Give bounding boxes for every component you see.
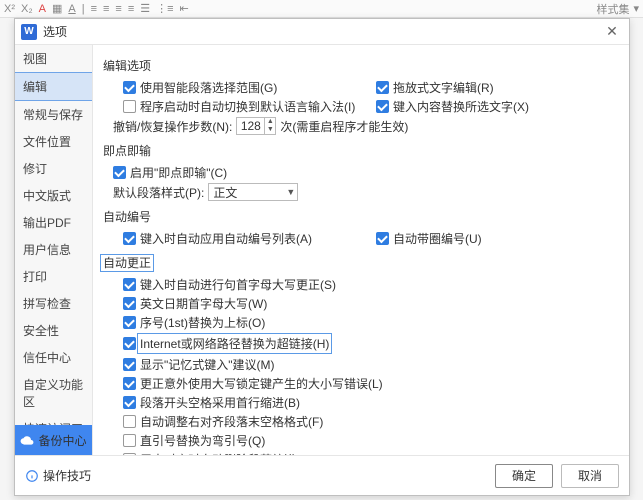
list-icon[interactable]: ⋮≡ [156, 2, 173, 15]
align-center-icon[interactable]: ≡ [103, 3, 109, 15]
sidebar-item[interactable]: 打印 [15, 263, 92, 290]
cancel-button[interactable]: 取消 [561, 464, 619, 488]
ok-button[interactable]: 确定 [495, 464, 553, 488]
toolbar-item[interactable]: X₂ [21, 3, 33, 15]
dialog-title: 选项 [43, 23, 67, 40]
sidebar-item[interactable]: 文件位置 [15, 128, 92, 155]
undo-steps-row: 撤销/恢复操作步数(N): ▲▼ 次(需重启程序才能生效) [103, 116, 619, 136]
section-title: 编辑选项 [103, 57, 619, 74]
indent-icon[interactable]: ⇤ [180, 2, 189, 15]
checkbox-icon[interactable] [123, 81, 136, 94]
info-icon [25, 469, 39, 483]
align-right-icon[interactable]: ≡ [115, 3, 121, 15]
option-row[interactable]: 自动带圈编号(U) [366, 229, 619, 248]
toolbar-item[interactable]: ▦ [52, 2, 62, 15]
option-row[interactable]: 显示"记忆式键入"建议(M) [113, 355, 619, 374]
chevron-down-icon[interactable]: ▾ [633, 2, 639, 15]
checkbox-icon[interactable] [123, 415, 136, 428]
checkbox-icon[interactable] [123, 434, 136, 447]
sidebar-item[interactable]: 自定义功能区 [15, 371, 92, 415]
toolbar-sep: | [82, 3, 85, 15]
checkbox-icon[interactable] [113, 166, 126, 179]
cloud-icon [20, 433, 34, 447]
align-left-icon[interactable]: ≡ [91, 3, 97, 15]
align-justify-icon[interactable]: ≡ [128, 3, 134, 15]
section-title: 即点即输 [103, 142, 619, 159]
checkbox-icon[interactable] [376, 232, 389, 245]
spin-down-icon[interactable]: ▼ [265, 126, 275, 134]
tips-link[interactable]: 操作技巧 [25, 467, 91, 484]
spin-up-icon[interactable]: ▲ [265, 118, 275, 126]
option-row[interactable]: 段落开头空格采用首行缩进(B) [113, 393, 619, 412]
undo-steps-spinner[interactable]: ▲▼ [236, 117, 276, 135]
checkbox-icon[interactable] [123, 297, 136, 310]
sidebar-item[interactable]: 信任中心 [15, 344, 92, 371]
option-row[interactable]: 英文日期首字母大写(W) [113, 294, 619, 313]
dialog-titlebar: W 选项 ✕ [15, 19, 629, 45]
checkbox-icon[interactable] [123, 316, 136, 329]
sidebar-item[interactable]: 修订 [15, 155, 92, 182]
sidebar: 视图编辑常规与保存文件位置修订中文版式输出PDF用户信息打印拼写检查安全性信任中… [15, 45, 93, 455]
toolbar-item[interactable]: A [39, 3, 46, 15]
option-row[interactable]: 自动调整右对齐段落末空格格式(F) [113, 412, 619, 431]
option-row[interactable]: 使用智能段落选择范围(G) [113, 78, 366, 97]
options-dialog: W 选项 ✕ 视图编辑常规与保存文件位置修订中文版式输出PDF用户信息打印拼写检… [14, 18, 630, 496]
sidebar-item[interactable]: 拼写检查 [15, 290, 92, 317]
option-row[interactable]: 键入内容替换所选文字(X) [366, 97, 619, 116]
option-row[interactable]: 键入时自动应用自动编号列表(A) [113, 229, 366, 248]
undo-steps-input[interactable] [236, 117, 264, 135]
sidebar-item[interactable]: 快速访问工具栏 [15, 415, 92, 425]
options-main: 编辑选项 使用智能段落选择范围(G) 拖放式文字编辑(R) 程序启动时自动切换到… [93, 45, 629, 455]
checkbox-icon[interactable] [123, 358, 136, 371]
section-title: 自动编号 [103, 208, 619, 225]
toolbar-item[interactable]: X² [4, 3, 15, 15]
backup-center-button[interactable]: 备份中心 [15, 425, 92, 455]
app-icon: W [21, 24, 37, 40]
sidebar-item[interactable]: 常规与保存 [15, 101, 92, 128]
option-row[interactable]: 键入时自动进行句首字母大写更正(S) [113, 275, 619, 294]
sidebar-item[interactable]: 视图 [15, 45, 92, 72]
option-row[interactable]: 更正意外使用大写锁定键产生的大小写错误(L) [113, 374, 619, 393]
toolbar-item[interactable]: A [68, 3, 75, 15]
option-row[interactable]: 启用"即点即输"(C) [103, 163, 619, 182]
checkbox-icon[interactable] [123, 396, 136, 409]
style-set-label[interactable]: 样式集 [596, 1, 629, 17]
checkbox-icon[interactable] [123, 232, 136, 245]
backup-label: 备份中心 [38, 432, 86, 449]
app-toolbar: X² X₂ A ▦ A | ≡ ≡ ≡ ≡ ☰ ⋮≡ ⇤ 样式集 ▾ [0, 0, 643, 18]
option-row[interactable]: 拖放式文字编辑(R) [366, 78, 619, 97]
option-row[interactable]: 序号(1st)替换为上标(O) [113, 313, 619, 332]
checkbox-icon[interactable] [123, 278, 136, 291]
close-button[interactable]: ✕ [601, 21, 623, 43]
option-row[interactable]: 程序启动时自动切换到默认语言输入法(I) [113, 97, 366, 116]
sidebar-item[interactable]: 用户信息 [15, 236, 92, 263]
option-row[interactable]: Internet或网络路径替换为超链接(H) [113, 332, 619, 355]
checkbox-icon[interactable] [123, 337, 136, 350]
default-para-row: 默认段落样式(P): ▼ [103, 182, 619, 202]
sidebar-item[interactable]: 安全性 [15, 317, 92, 344]
list-icon[interactable]: ☰ [140, 2, 150, 15]
option-row[interactable]: 直引号替换为弯引号(Q) [113, 431, 619, 450]
default-para-select[interactable]: ▼ [208, 183, 298, 201]
dialog-footer: 操作技巧 确定 取消 [15, 455, 629, 495]
checkbox-icon[interactable] [123, 100, 136, 113]
checkbox-icon[interactable] [123, 377, 136, 390]
sidebar-item[interactable]: 输出PDF [15, 209, 92, 236]
sidebar-item[interactable]: 中文版式 [15, 182, 92, 209]
sidebar-item[interactable]: 编辑 [15, 72, 92, 101]
checkbox-icon[interactable] [376, 100, 389, 113]
section-title: 自动更正 [103, 254, 619, 271]
checkbox-icon[interactable] [376, 81, 389, 94]
